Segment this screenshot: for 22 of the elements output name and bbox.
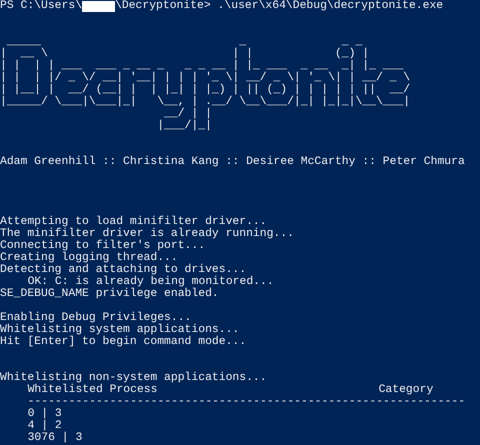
log-line: Whitelisting non-system applications... [0,372,267,384]
table-row-text: 3076 | 3 [26,432,82,444]
log-line: Enabling Debug Privileges... [0,312,192,324]
column-header: Whitelisted Process [28,384,158,396]
table-rule: ---------------------------------------------------------------- [26,396,466,408]
log-line: Hit [Enter] to begin command mode... [0,336,246,348]
log-line: Whitelisting system applications... [0,324,240,336]
log-detail: OK: C: is already being monitored... [26,276,274,288]
log-line: The minifilter driver is already running... [0,228,294,240]
table-row-text: 0 | 3 [26,408,62,420]
table-row-text: 4 | 2 [26,420,62,432]
authors-line: Adam Greenhill :: Christina Kang :: Desiree McCarthy :: Peter Chmura [0,156,465,168]
column-header: Category [378,384,434,396]
log-line: Attempting to load minifilter driver... [0,216,267,228]
prompt-path: PS C:\Users\ [0,0,82,12]
prompt-command: \Decryptonite> .\user\x64\Debug\decryptonite.exe [115,0,444,12]
log-line: Connecting to filter's port... [0,240,206,252]
banner-text: _____ _ _ _ | __ \ | | (_) | | | | | ___ ___ _ __ _ _ _ __ | |_ ___ _ __ _| |_ ___ | | | |/ _ \/ __| '__| | | | '_ \| __/ _ \| '_ \| | __/ _ \ | |__| | __/ (__| | | |_| | |_) | || (_) | | | | | || __/ |_____/ \___|\___|_| \__, | .__/ \__\___/|_| |_|_|\__\___| __/ | | |___/|_| [0,36,410,132]
log-line: Detecting and attaching to drives... [0,264,246,276]
log-line: Creating logging thread... [0,252,178,264]
log-line: SE_DEBUG_NAME privilege enabled. [0,288,219,300]
redaction-mark [82,0,116,12]
